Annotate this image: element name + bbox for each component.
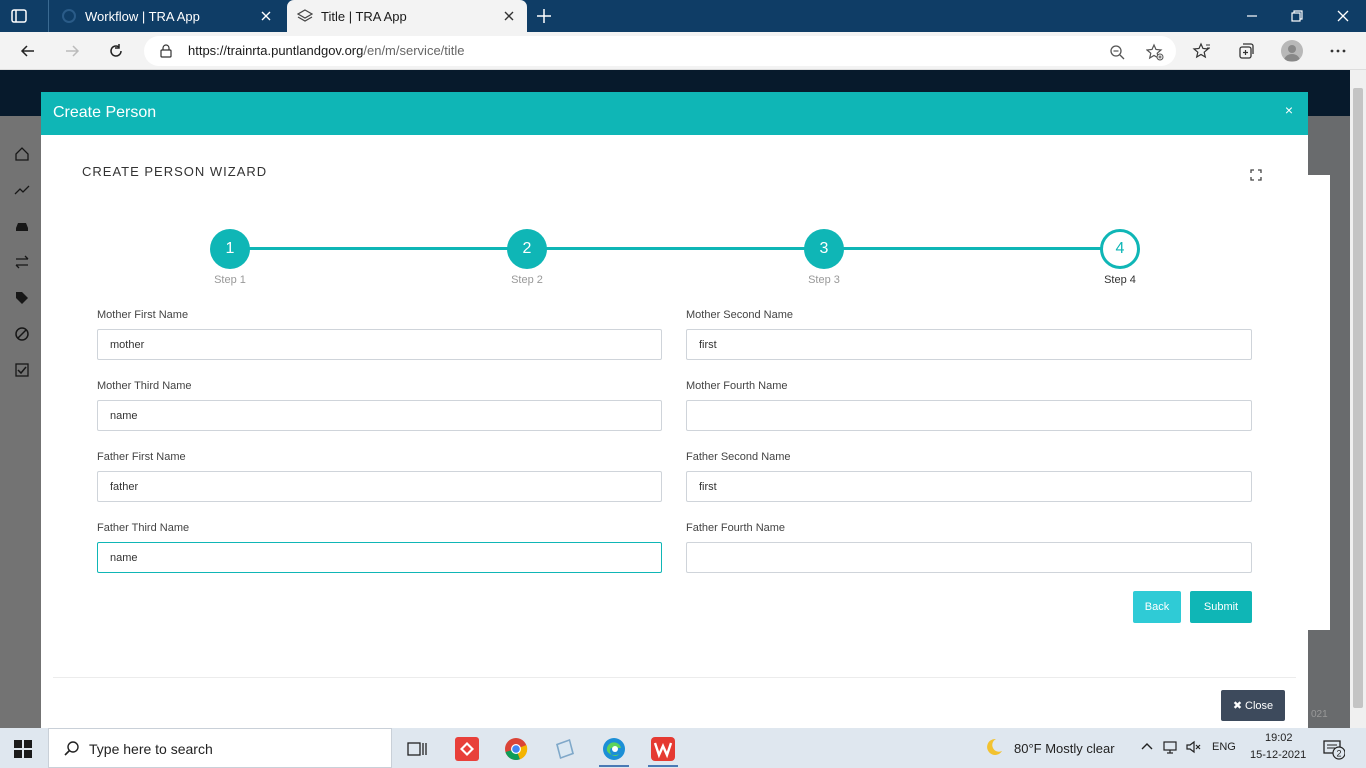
step-1-label: Step 1 [214, 274, 246, 286]
refresh-icon[interactable] [106, 41, 126, 61]
step-3-circle[interactable]: 3 [804, 229, 844, 269]
mother-third-name-label: Mother Third Name [97, 380, 192, 392]
wps-office-icon[interactable] [650, 736, 676, 762]
mother-first-name-label: Mother First Name [97, 309, 189, 321]
notification-count: 2 [1336, 749, 1341, 759]
network-icon[interactable] [1162, 739, 1178, 755]
close-tab-icon[interactable] [501, 8, 517, 24]
scrollbar-thumb[interactable] [1353, 88, 1363, 708]
browser-tab-title[interactable]: Title | TRA App [287, 0, 527, 32]
fullscreen-icon[interactable] [1250, 168, 1262, 181]
close-x-icon: ✖ [1232, 700, 1243, 712]
favorites-icon[interactable] [1192, 41, 1212, 61]
restore-icon[interactable] [1287, 6, 1307, 26]
mother-second-name-label: Mother Second Name [686, 309, 793, 321]
url-field[interactable]: https://trainrta.puntlandgov.org/en/m/se… [144, 36, 1176, 66]
windows-taskbar: Type here to search 80°F Mostly clear EN… [0, 728, 1366, 768]
stepper-progress-line [231, 247, 1121, 250]
more-options-icon[interactable] [1328, 41, 1348, 61]
weather-moon-icon[interactable] [984, 737, 1004, 757]
add-favorite-icon[interactable] [1145, 43, 1164, 61]
wizard-title: CREATE PERSON WIZARD [82, 164, 268, 179]
father-third-name-input[interactable] [97, 542, 662, 573]
back-arrow-icon[interactable] [18, 41, 38, 61]
anydesk-icon[interactable] [454, 736, 480, 762]
step-4-circle[interactable]: 4 [1100, 229, 1140, 269]
father-fourth-name-input[interactable] [686, 542, 1252, 573]
browser-tab-bar: Workflow | TRA App Title | TRA App [0, 0, 1366, 32]
notification-center-icon[interactable]: 2 [1323, 738, 1346, 760]
collections-icon[interactable] [1236, 41, 1256, 61]
chrome-icon[interactable] [503, 736, 529, 762]
step-2-circle[interactable]: 2 [507, 229, 547, 269]
edge-active-indicator [599, 765, 629, 767]
back-button[interactable]: Back [1133, 591, 1181, 623]
father-second-name-input[interactable] [686, 471, 1252, 502]
layers-favicon-icon [297, 8, 313, 24]
modal-close-icon[interactable]: × [1282, 103, 1296, 117]
step-3-label: Step 3 [808, 274, 840, 286]
show-hidden-icons-icon[interactable] [1139, 739, 1155, 755]
tra-favicon-icon [61, 8, 77, 24]
modal-title: Create Person [53, 104, 157, 121]
father-second-name-label: Father Second Name [686, 451, 791, 463]
mother-third-name-input[interactable] [97, 400, 662, 431]
language-indicator[interactable]: ENG [1212, 741, 1236, 753]
page-scrollbar[interactable] [1350, 70, 1366, 728]
modal-footer-divider [53, 677, 1296, 678]
father-fourth-name-label: Father Fourth Name [686, 522, 786, 534]
zoom-icon[interactable] [1108, 43, 1126, 61]
create-person-modal: Create Person × CREATE PERSON WIZARD 1 2… [41, 92, 1308, 728]
close-tab-icon[interactable] [258, 8, 274, 24]
step-4-label: Step 4 [1104, 274, 1136, 286]
clock-time[interactable]: 19:02 [1265, 732, 1293, 744]
windows-start-icon[interactable] [14, 740, 32, 758]
forward-arrow-icon[interactable] [62, 41, 82, 61]
tab-actions-icon[interactable] [10, 7, 28, 25]
modal-header: Create Person × [41, 92, 1308, 135]
new-tab-icon[interactable] [534, 6, 554, 26]
tab-title: Title | TRA App [321, 8, 407, 24]
browser-address-bar: https://trainrta.puntlandgov.org/en/m/se… [0, 32, 1366, 70]
lock-icon[interactable] [158, 43, 174, 59]
father-first-name-input[interactable] [97, 471, 662, 502]
mother-fourth-name-label: Mother Fourth Name [686, 380, 788, 392]
weather-text[interactable]: 80°F Mostly clear [1014, 741, 1115, 756]
volume-muted-icon[interactable] [1186, 739, 1202, 755]
submit-button[interactable]: Submit [1190, 591, 1252, 623]
father-first-name-label: Father First Name [97, 451, 186, 463]
notepad-app-icon[interactable] [552, 736, 578, 762]
task-view-icon[interactable] [404, 736, 430, 762]
close-button[interactable]: ✖ Close [1221, 690, 1285, 721]
mother-first-name-input[interactable] [97, 329, 662, 360]
edge-browser-icon[interactable] [601, 736, 627, 762]
mother-second-name-input[interactable] [686, 329, 1252, 360]
background-footer-text: 021 [1311, 709, 1328, 720]
step-1-circle[interactable]: 1 [210, 229, 250, 269]
wps-active-indicator [648, 765, 678, 767]
background-panel [1306, 175, 1330, 630]
taskbar-search-box[interactable]: Type here to search [48, 728, 392, 768]
browser-tab-workflow[interactable]: Workflow | TRA App [48, 0, 284, 32]
clock-date[interactable]: 15-12-2021 [1250, 749, 1306, 761]
close-window-icon[interactable] [1333, 6, 1353, 26]
url-text: https://trainrta.puntlandgov.org/en/m/se… [188, 43, 465, 58]
url-host: https://trainrta.puntlandgov.org [188, 43, 364, 58]
close-button-label: Close [1245, 699, 1274, 712]
step-2-label: Step 2 [511, 274, 543, 286]
profile-avatar[interactable] [1281, 40, 1303, 62]
search-placeholder: Type here to search [89, 741, 213, 757]
minimize-icon[interactable] [1242, 6, 1262, 26]
father-third-name-label: Father Third Name [97, 522, 190, 534]
search-icon [63, 740, 81, 758]
tab-title: Workflow | TRA App [85, 8, 200, 24]
url-path: /en/m/service/title [363, 43, 465, 58]
mother-fourth-name-input[interactable] [686, 400, 1252, 431]
